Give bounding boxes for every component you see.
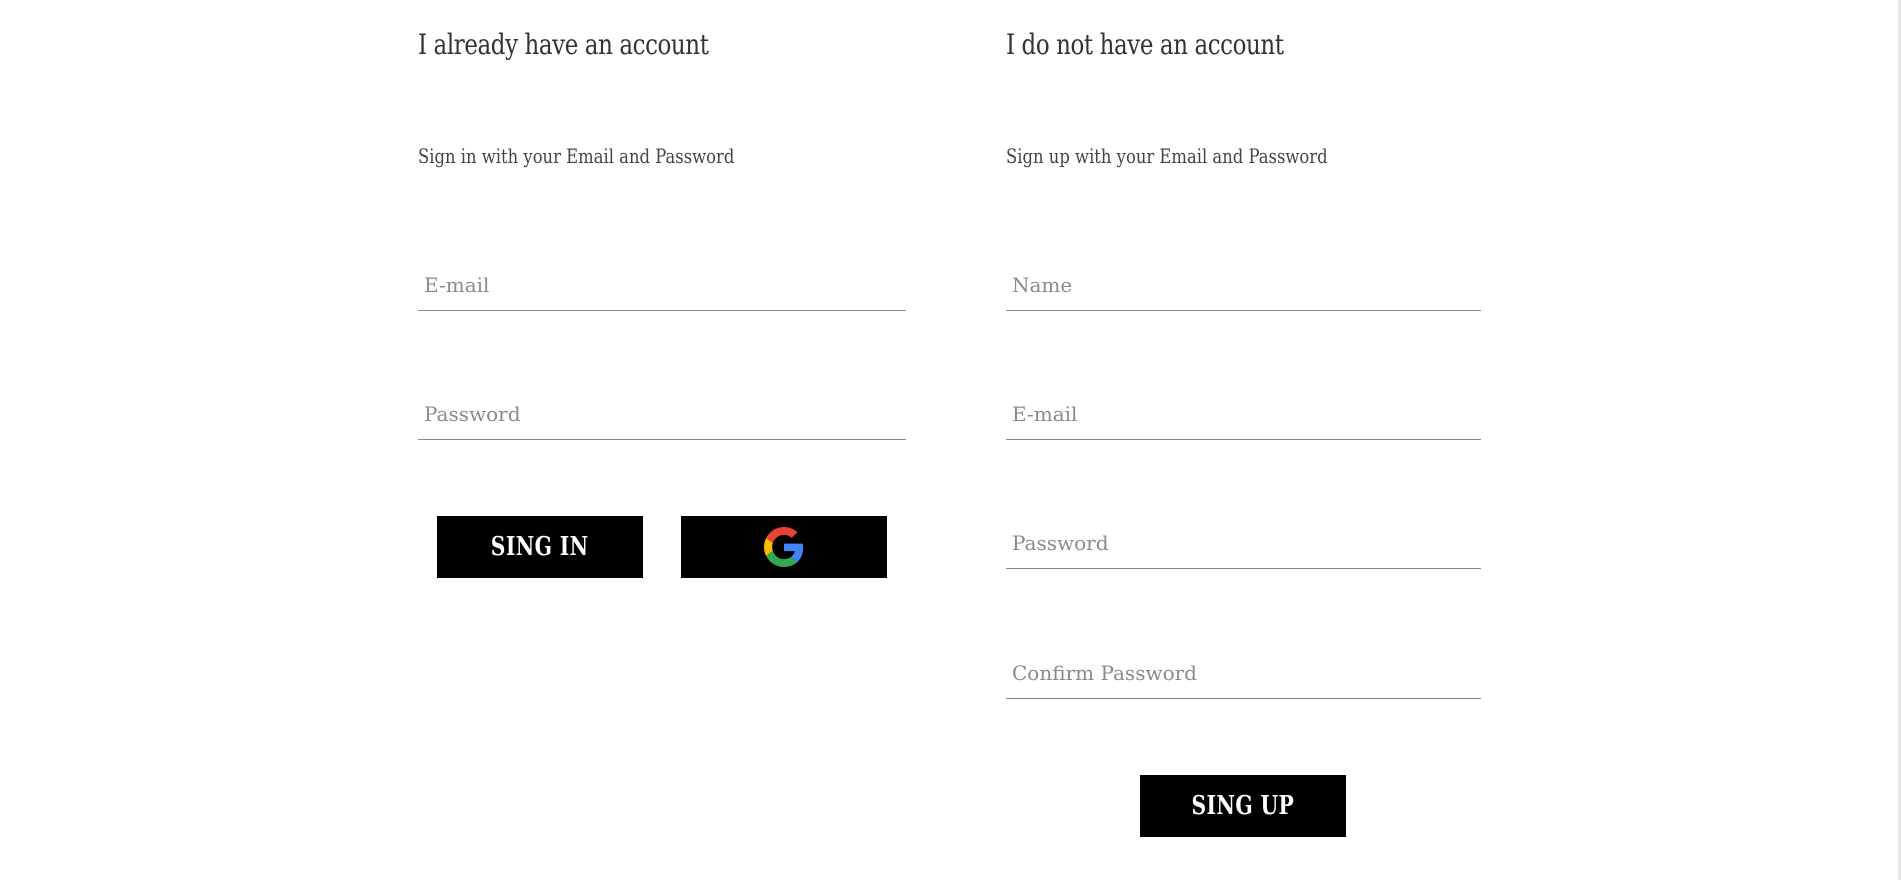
sign-up-password-field — [1006, 518, 1481, 569]
sign-up-password-input[interactable] — [1006, 518, 1481, 568]
sign-in-button[interactable]: SING IN — [437, 516, 643, 578]
sign-up-email-input[interactable] — [1006, 389, 1481, 439]
google-icon — [764, 527, 804, 567]
google-sign-in-button[interactable] — [681, 516, 887, 578]
sign-in-subtitle: Sign in with your Email and Password — [418, 144, 735, 168]
sign-up-button[interactable]: SING UP — [1140, 775, 1346, 837]
sign-up-confirm-password-input[interactable] — [1006, 648, 1481, 698]
sign-up-button-label: SING UP — [1191, 791, 1295, 821]
sign-in-button-label: SING IN — [491, 532, 589, 562]
sign-up-confirm-password-field — [1006, 648, 1481, 699]
sign-in-email-field — [418, 260, 906, 311]
sign-in-password-input[interactable] — [418, 389, 906, 439]
sign-up-name-field — [1006, 260, 1481, 311]
sign-up-email-field — [1006, 389, 1481, 440]
sign-in-heading: I already have an account — [418, 28, 709, 61]
sign-up-heading: I do not have an account — [1006, 28, 1284, 61]
sign-up-subtitle: Sign up with your Email and Password — [1006, 144, 1328, 168]
sign-in-password-field — [418, 389, 906, 440]
sign-in-email-input[interactable] — [418, 260, 906, 310]
sign-up-name-input[interactable] — [1006, 260, 1481, 310]
